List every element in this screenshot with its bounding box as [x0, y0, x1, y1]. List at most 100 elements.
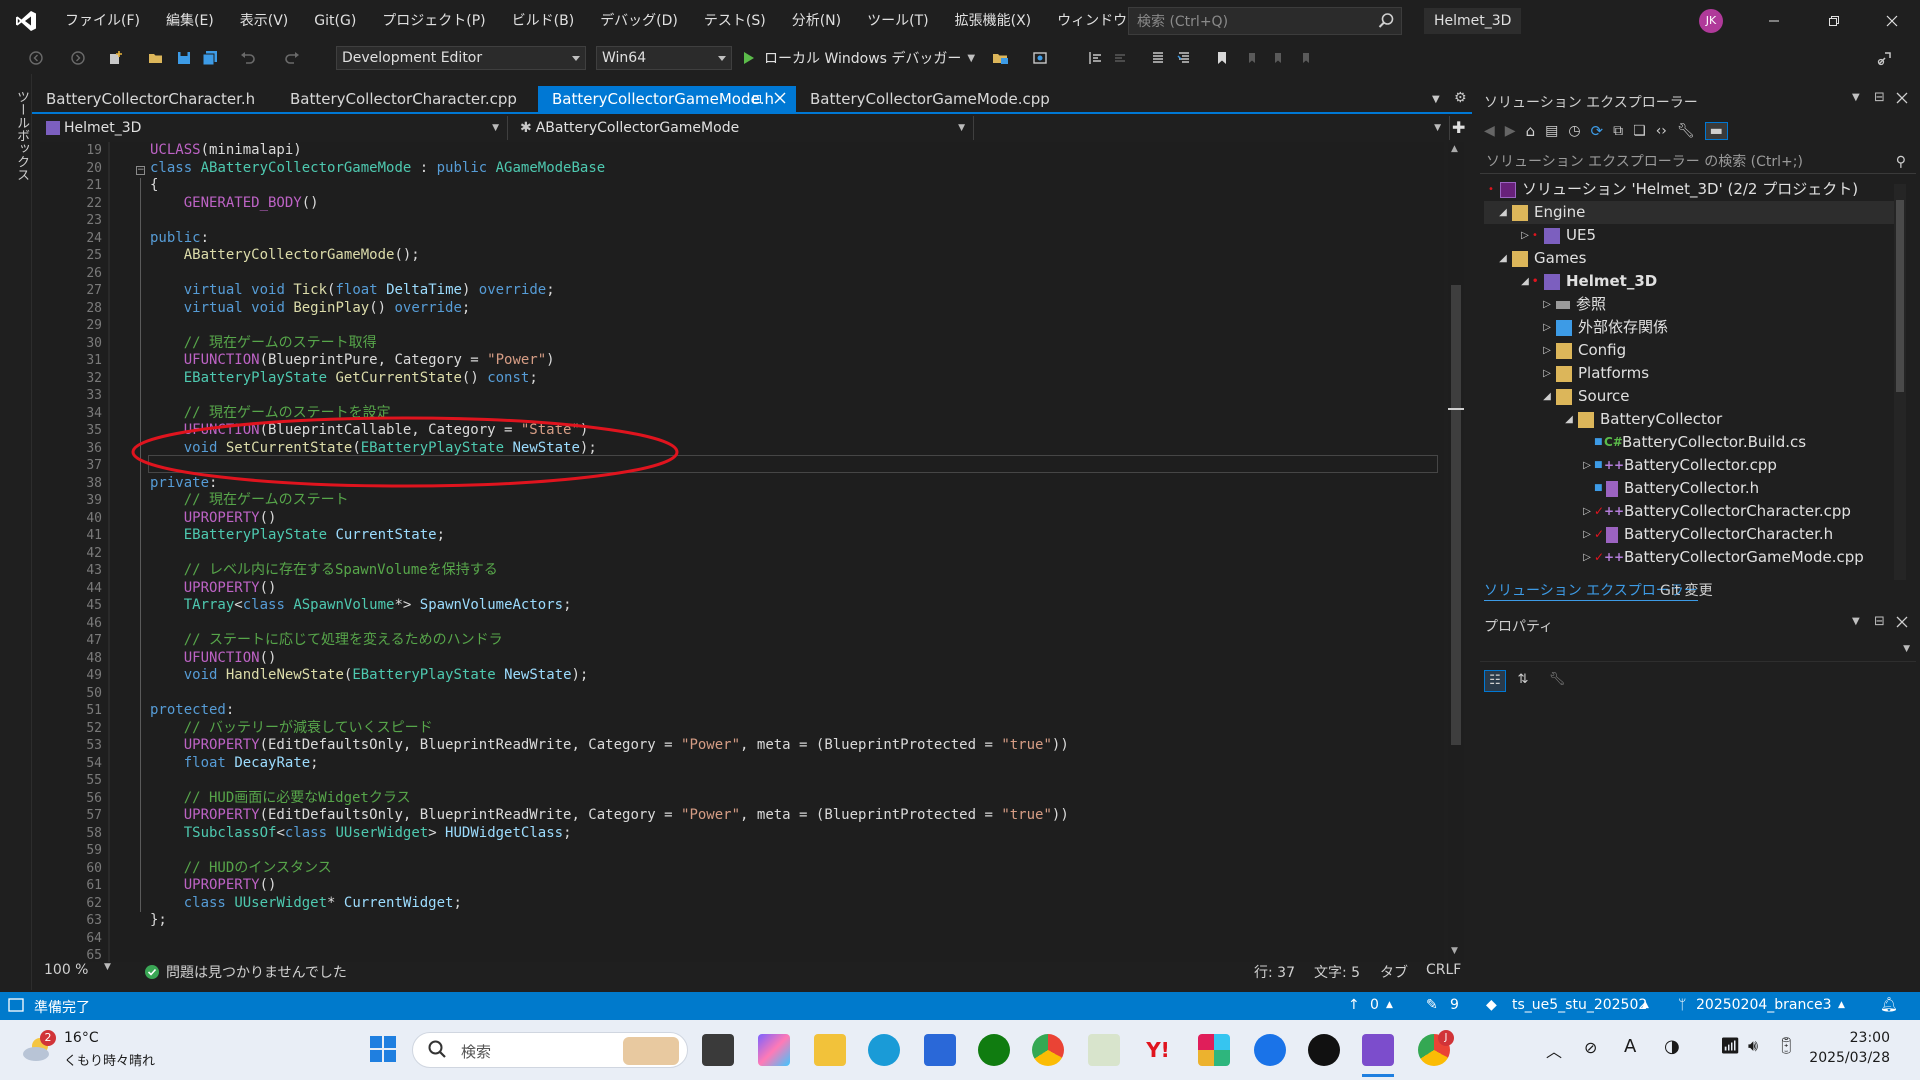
- save-icon[interactable]: [176, 50, 192, 66]
- issues-status[interactable]: 問題は見つかりませんでした: [166, 962, 347, 982]
- tab-character-h[interactable]: BatteryCollectorCharacter.h: [32, 86, 276, 112]
- back-icon[interactable]: [28, 50, 44, 66]
- tree-item-config[interactable]: ▷ Config: [1484, 339, 1904, 362]
- collapsed-arrow-icon[interactable]: ▷: [1540, 362, 1554, 385]
- visual-studio-icon[interactable]: [1362, 1034, 1394, 1066]
- expanded-arrow-icon[interactable]: ◢: [1496, 201, 1510, 224]
- tree-item-bc-h[interactable]: ■ BatteryCollector.h: [1484, 477, 1904, 500]
- task-view-icon[interactable]: [702, 1034, 734, 1066]
- menu-build[interactable]: ビルド(B): [499, 0, 588, 42]
- chevron-down-icon[interactable]: ▼: [104, 962, 111, 972]
- wifi-icon[interactable]: 📶︎: [1720, 1036, 1740, 1055]
- collapsed-arrow-icon[interactable]: ▷: [1580, 523, 1594, 546]
- collapsed-arrow-icon[interactable]: ▷: [1518, 224, 1532, 247]
- pending-changes-icon[interactable]: ◷: [1568, 123, 1580, 139]
- show-all-files-icon[interactable]: ❏: [1633, 123, 1646, 139]
- menu-test[interactable]: テスト(S): [691, 0, 779, 42]
- tree-item-bc-cpp[interactable]: ▷ ■ ++ BatteryCollector.cpp: [1484, 454, 1904, 477]
- collapsed-arrow-icon[interactable]: ▷: [1580, 454, 1594, 477]
- restore-button[interactable]: [1806, 0, 1862, 42]
- save-all-icon[interactable]: [202, 50, 218, 66]
- menu-extensions[interactable]: 拡張機能(X): [942, 0, 1045, 42]
- chevron-down-icon[interactable]: ▼: [967, 53, 975, 64]
- branch-name[interactable]: 20250204_brance3: [1696, 997, 1832, 1013]
- menu-git[interactable]: Git(G): [301, 0, 369, 42]
- char-indicator[interactable]: 文字: 5: [1314, 962, 1360, 982]
- search-icon[interactable]: ⚲: [1896, 150, 1906, 174]
- unreal-engine-icon[interactable]: [1308, 1034, 1340, 1066]
- clock-date[interactable]: 2025/03/28: [1808, 1050, 1890, 1066]
- alphabetical-icon[interactable]: ⇅: [1512, 670, 1534, 692]
- tree-item-engine[interactable]: ◢ Engine: [1484, 201, 1904, 224]
- comment-out-icon[interactable]: [1150, 50, 1166, 66]
- property-pages-icon[interactable]: 🔧︎: [1546, 670, 1568, 692]
- clear-bookmarks-icon[interactable]: [1298, 50, 1314, 66]
- git-branch-icon[interactable]: ᛘ: [1678, 997, 1686, 1013]
- scrollbar-thumb[interactable]: [1896, 200, 1904, 392]
- pin-icon[interactable]: ⊟: [1874, 614, 1885, 629]
- properties-object-select[interactable]: ▼: [1480, 640, 1916, 662]
- tree-item-batterycollector[interactable]: ◢ BatteryCollector: [1484, 408, 1904, 431]
- weather-description[interactable]: くもり時々晴れ: [64, 1050, 155, 1069]
- switch-view-icon[interactable]: ▤: [1545, 123, 1558, 139]
- taskbar-search[interactable]: 検索: [412, 1032, 688, 1068]
- wrench-icon[interactable]: 🔧︎: [1677, 123, 1695, 139]
- start-debugging-button[interactable]: ローカル Windows デバッガー ▼: [742, 46, 975, 70]
- menu-analyze[interactable]: 分析(N): [779, 0, 854, 42]
- close-icon[interactable]: [1896, 92, 1908, 104]
- tree-item-source[interactable]: ◢ Source: [1484, 385, 1904, 408]
- configuration-select[interactable]: Development Editor: [336, 46, 586, 70]
- chevron-up-icon[interactable]: ▲: [1838, 1000, 1845, 1010]
- pin-icon[interactable]: ⊟: [752, 86, 762, 112]
- solution-name-badge[interactable]: Helmet_3D: [1424, 8, 1522, 34]
- preview-selected-icon[interactable]: ▬: [1704, 122, 1728, 140]
- collapsed-arrow-icon[interactable]: ▷: [1540, 293, 1554, 316]
- avatar[interactable]: JK: [1699, 9, 1723, 33]
- unpushed-count[interactable]: 0: [1370, 997, 1379, 1013]
- scroll-up-icon[interactable]: ▲: [1451, 144, 1458, 154]
- live-share-icon[interactable]: [1876, 50, 1892, 66]
- chrome-icon[interactable]: [1032, 1034, 1064, 1066]
- code-view-icon[interactable]: ‹›: [1656, 123, 1667, 139]
- pin-icon[interactable]: ⊟: [1874, 90, 1885, 105]
- menu-view[interactable]: 表示(V): [227, 0, 302, 42]
- tree-item-gamemode-cpp[interactable]: ▷ ✓ ++ BatteryCollectorGameMode.cpp: [1484, 546, 1904, 569]
- volume-icon[interactable]: 🔊︎: [1748, 1036, 1758, 1056]
- chevron-down-icon[interactable]: ▼: [1852, 92, 1860, 103]
- collapsed-arrow-icon[interactable]: ▷: [1580, 546, 1594, 569]
- expanded-arrow-icon[interactable]: ◢: [1518, 270, 1532, 293]
- ime-status-icon[interactable]: ◑: [1664, 1036, 1680, 1057]
- start-button[interactable]: [368, 1034, 398, 1064]
- arrow-up-icon[interactable]: ↑: [1348, 997, 1360, 1013]
- tree-scrollbar[interactable]: [1894, 184, 1906, 580]
- show-hidden-icons-chevron-icon[interactable]: ︿: [1546, 1038, 1562, 1062]
- bookmark-icon[interactable]: [1214, 50, 1230, 66]
- tree-item-helmet3d[interactable]: ◢ • Helmet_3D: [1484, 270, 1904, 293]
- sync-icon[interactable]: ⟳: [1591, 122, 1604, 140]
- categorized-icon[interactable]: ☷: [1484, 670, 1506, 692]
- chevron-up-icon[interactable]: ▲: [1642, 1000, 1649, 1010]
- tree-item-character-h[interactable]: ▷ ✓ BatteryCollectorCharacter.h: [1484, 523, 1904, 546]
- solution-search-input[interactable]: ソリューション エクスプローラー の検索 (Ctrl+;) ⚲: [1480, 150, 1916, 174]
- indent-mode[interactable]: タブ: [1380, 962, 1408, 982]
- menu-project[interactable]: プロジェクト(P): [369, 0, 498, 42]
- tree-item-solution[interactable]: • ソリューション 'Helmet_3D' (2/2 プロジェクト): [1484, 178, 1904, 201]
- collapse-all-icon[interactable]: ⧉: [1613, 123, 1623, 139]
- platform-select[interactable]: Win64: [596, 46, 732, 70]
- slack-icon[interactable]: [1198, 1034, 1230, 1066]
- align-left-icon[interactable]: [1088, 50, 1104, 66]
- menu-tools[interactable]: ツール(T): [854, 0, 941, 42]
- forward-icon[interactable]: ▶: [1505, 123, 1516, 139]
- code-editor[interactable]: 19 20 21 22 23 24 25 26 27 28 29 30 31 32 33 34 35 36 37 38…: [40, 142, 1444, 962]
- next-bookmark-icon[interactable]: [1270, 50, 1286, 66]
- expanded-arrow-icon[interactable]: ◢: [1562, 408, 1576, 431]
- close-icon[interactable]: [1896, 616, 1908, 628]
- align-disabled-icon[interactable]: [1112, 50, 1128, 66]
- microsoft-store-icon[interactable]: [924, 1034, 956, 1066]
- expanded-arrow-icon[interactable]: ◢: [1540, 385, 1554, 408]
- tab-character-cpp[interactable]: BatteryCollectorCharacter.cpp: [276, 86, 528, 112]
- chevron-down-icon[interactable]: ▼: [1852, 616, 1860, 627]
- tree-item-games[interactable]: ◢ Games: [1484, 247, 1904, 270]
- scrollbar-thumb[interactable]: [1451, 285, 1461, 745]
- menu-file[interactable]: ファイル(F): [52, 0, 153, 42]
